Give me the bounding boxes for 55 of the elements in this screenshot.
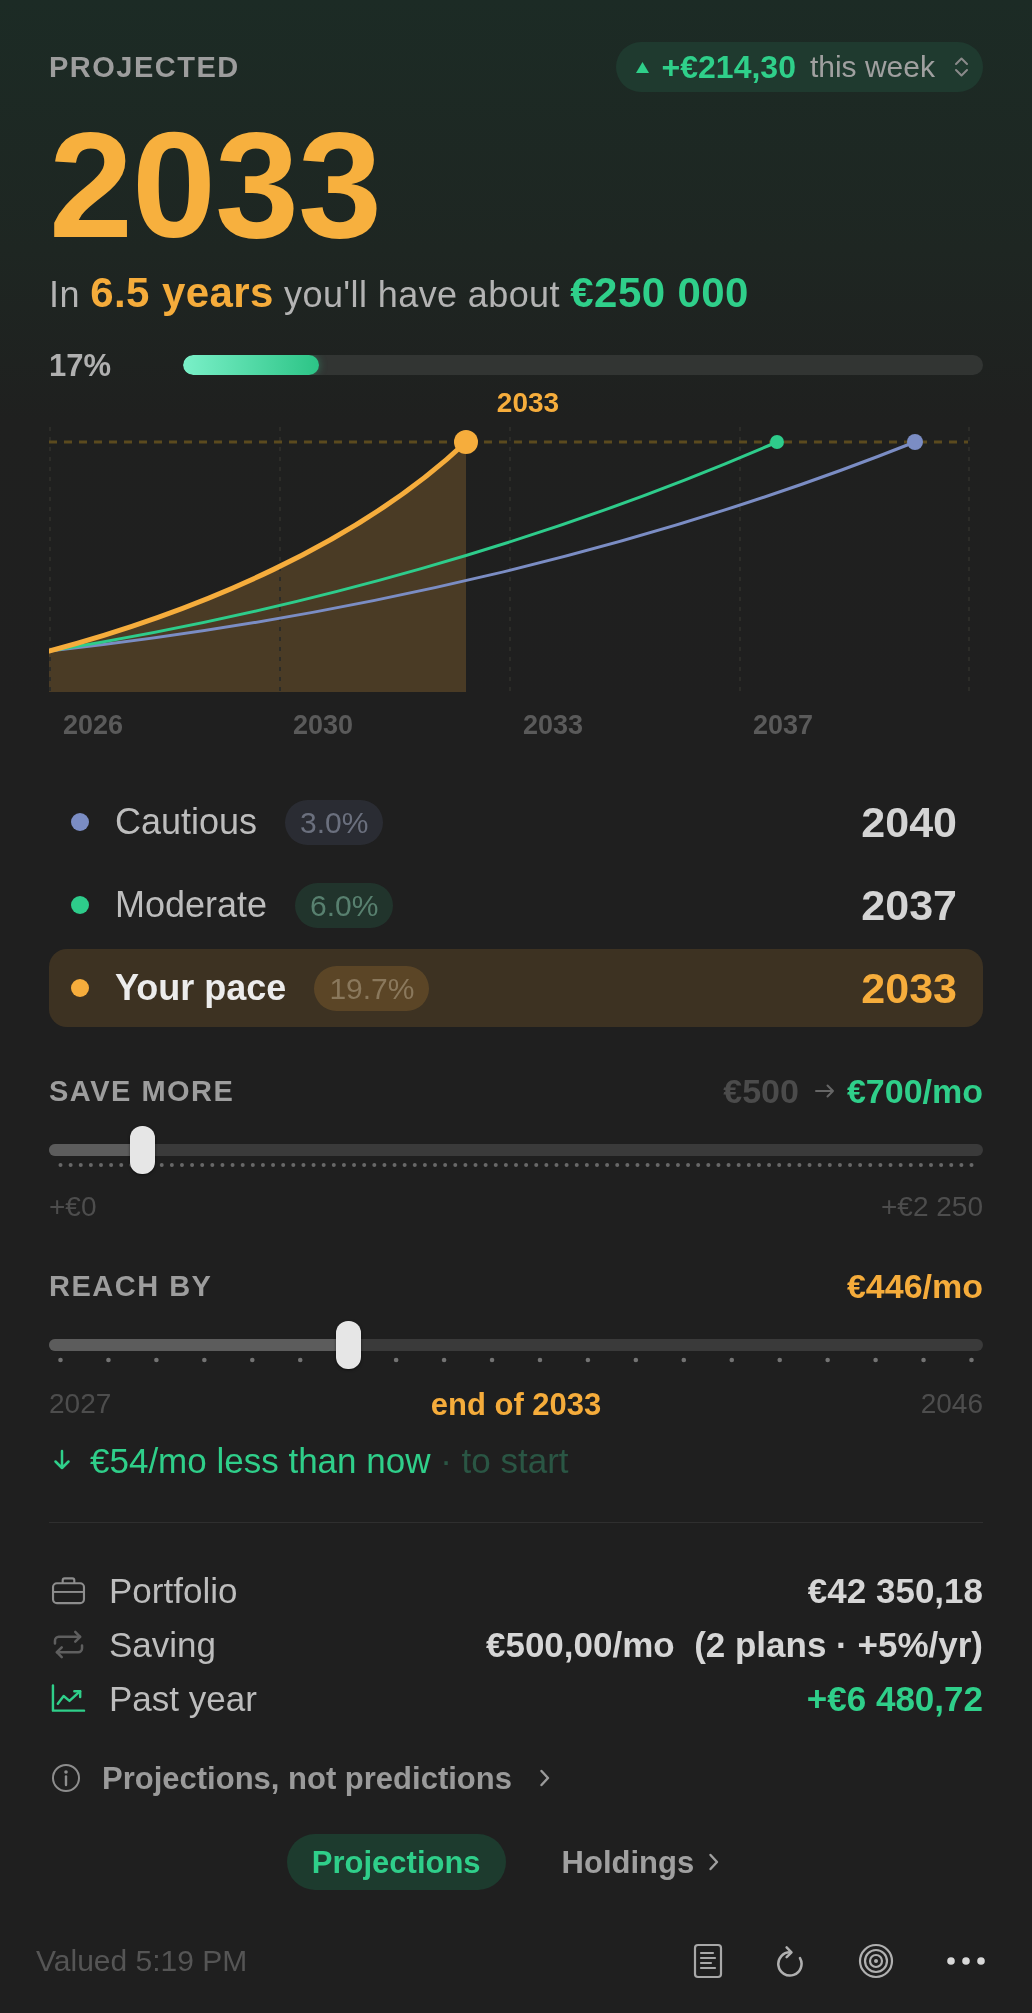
briefcase-icon: [51, 1575, 86, 1605]
right-arrow-icon: [814, 1084, 835, 1098]
refresh-icon[interactable]: [775, 1944, 806, 1978]
scenario-year: 2033: [861, 966, 957, 1010]
document-icon[interactable]: [693, 1943, 723, 1979]
axis-label: 2030: [293, 710, 354, 740]
summary-label: Past year: [109, 1680, 257, 1716]
scenario-name: Moderate: [115, 887, 268, 923]
summary-label: Saving: [109, 1626, 217, 1662]
scenario-name: Your pace: [115, 970, 287, 1006]
goal-point: [454, 430, 478, 454]
down-arrow-icon: [53, 1449, 71, 1471]
summary-value: €500,00/mo (2 plans · +5%/yr): [485, 1626, 983, 1662]
callout-label: 2033: [496, 387, 560, 418]
up-down-chevron-icon: [954, 55, 969, 79]
repeat-arrows-icon: [51, 1629, 86, 1659]
new-amount: €700/mo: [846, 1074, 983, 1108]
section-label: PROJECTED: [49, 52, 240, 82]
summary-value: €42 350,18: [807, 1572, 983, 1608]
disclaimer-link[interactable]: Projections, not predictions: [49, 1756, 551, 1800]
tab[interactable]: Holdings: [536, 1834, 746, 1890]
weekly-change-button[interactable]: +€214,30 this week: [615, 42, 983, 92]
projection-summary: In 6.5 years you'll have about €250 000: [49, 268, 750, 318]
required-amount: €446/mo: [846, 1269, 983, 1303]
slider[interactable]: [49, 1126, 983, 1174]
chevron-right-icon: [708, 1852, 721, 1872]
axis-label: 2033: [523, 710, 584, 740]
up-triangle-icon: [634, 60, 650, 74]
selected-date: end of 2033: [430, 1388, 602, 1420]
target-icon[interactable]: [858, 1943, 894, 1979]
axis-label: 2026: [63, 710, 124, 740]
chevron-right-icon: [538, 1768, 551, 1788]
scenario-row[interactable]: Cautious 3.0% 2040: [49, 783, 983, 861]
goal-point: [907, 434, 923, 450]
progress-percent: 17%: [49, 349, 113, 381]
info-icon: [51, 1763, 81, 1793]
rate-tag: 6.0%: [295, 882, 394, 928]
slider-thumb[interactable]: [129, 1126, 155, 1174]
slider-thumb[interactable]: [336, 1321, 362, 1369]
scenario-year: 2040: [861, 800, 957, 844]
section-label: SAVE MORE: [49, 1076, 235, 1106]
scenario-row[interactable]: Moderate 6.0% 2037: [49, 866, 983, 944]
projected-year: 2033: [49, 109, 382, 259]
tab[interactable]: Projections: [286, 1834, 506, 1890]
trend-chart-icon: [51, 1683, 86, 1713]
scenario-name: Cautious: [115, 804, 258, 840]
summary-value: +€6 480,72: [806, 1680, 983, 1716]
section-label: REACH BY: [49, 1271, 213, 1301]
goal-point: [770, 435, 784, 449]
scenario-year: 2037: [861, 883, 957, 927]
axis-label: 2037: [753, 710, 814, 740]
rate-tag: 3.0%: [285, 799, 384, 845]
slider[interactable]: [49, 1321, 983, 1369]
summary-label: Portfolio: [109, 1572, 238, 1608]
more-icon[interactable]: [946, 1956, 986, 1966]
